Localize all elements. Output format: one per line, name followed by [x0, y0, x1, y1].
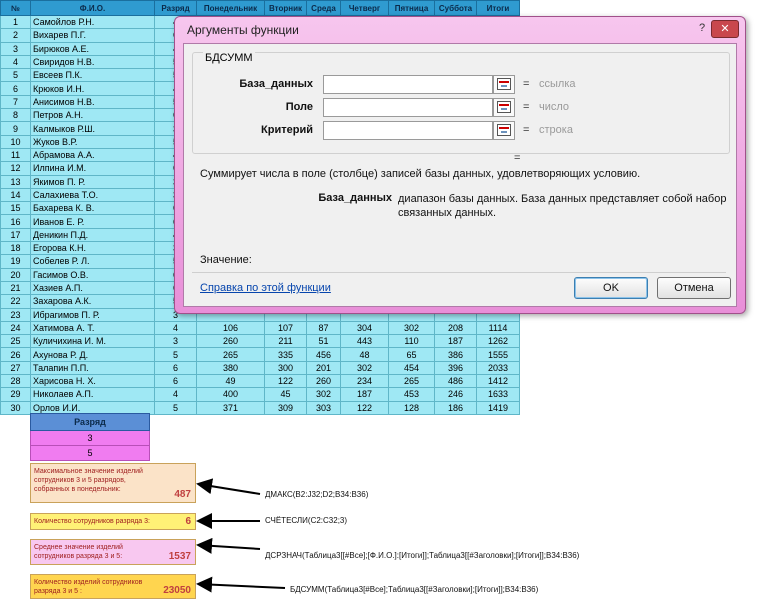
arguments-group: БДСУММ База_данных = ссылка Поле = число… [192, 52, 730, 154]
current-arg-name: База_данных [318, 192, 392, 204]
criteria-input[interactable] [323, 121, 493, 140]
arg-label-criteria: Критерий [261, 124, 313, 136]
help-icon[interactable]: ? [693, 22, 711, 36]
arg-hint-criteria: строка [539, 124, 573, 136]
dialog-title: Аргументы функции [187, 23, 299, 37]
formula-sum: БДСУММ(Таблица3[#Все];Таблица3[[#Заголов… [290, 585, 539, 594]
function-description: Суммирует числа в поле (столбце) записей… [200, 168, 641, 180]
arg-equals: = [523, 78, 530, 90]
ok-button[interactable]: OK [574, 277, 648, 299]
close-icon[interactable]: ✕ [711, 20, 739, 38]
function-name: БДСУММ [203, 52, 255, 64]
function-arguments-dialog: Аргументы функции ? ✕ БДСУММ База_данных… [174, 16, 746, 314]
result-equals: = [514, 152, 521, 164]
help-link[interactable]: Справка по этой функции [200, 282, 331, 294]
divider [192, 272, 726, 273]
database-input[interactable] [323, 75, 493, 94]
arg-equals: = [523, 124, 530, 136]
formula-count: СЧЁТЕСЛИ(C2:C32;3) [265, 516, 348, 525]
dialog-body: БДСУММ База_данных = ссылка Поле = число… [183, 43, 737, 307]
arrow-sum [196, 576, 286, 593]
formula-average: ДСРЗНАЧ(Таблица3[[#Все];[Ф.И.О.]:[Итоги]… [265, 551, 580, 560]
arg-hint-database: ссылка [539, 78, 576, 90]
arg-label-field: Поле [285, 101, 313, 113]
current-arg-description: диапазон базы данных. База данных предст… [398, 193, 727, 219]
field-input[interactable] [323, 98, 493, 117]
collapse-dialog-icon[interactable] [493, 121, 515, 140]
formula-max: ДМАКС(B2:J32;D2;B34:B36) [265, 490, 369, 499]
arg-equals: = [523, 101, 530, 113]
collapse-dialog-icon[interactable] [493, 98, 515, 117]
arg-label-database: База_данных [239, 78, 313, 90]
value-label: Значение: [200, 254, 252, 266]
arg-hint-field: число [539, 101, 570, 113]
arrow-max [196, 478, 261, 495]
arrow-average [196, 537, 261, 554]
collapse-dialog-icon[interactable] [493, 75, 515, 94]
cancel-button[interactable]: Отмена [657, 277, 731, 299]
